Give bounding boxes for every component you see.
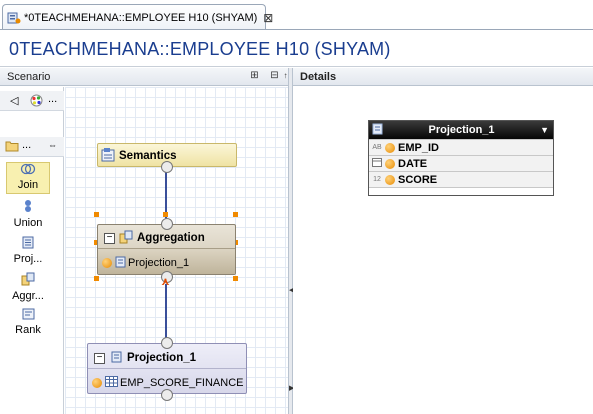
scenario-header: Scenario ⊞ ⊟ ↑ (0, 68, 290, 86)
aggregation-node[interactable]: − Aggregation Projection_1 (97, 224, 236, 275)
projection-details-table[interactable]: Projection_1 ▼ AB EMP_ID DATE 12 SCORE (368, 120, 554, 196)
aggregation-projection-link (165, 284, 167, 342)
selection-handle[interactable] (233, 212, 238, 217)
projection-icon (22, 236, 34, 252)
palette-more[interactable]: ... (48, 93, 57, 105)
numeric-type-icon: 12 (373, 176, 381, 183)
scenario-title: Scenario (7, 71, 51, 83)
rank-icon (22, 308, 35, 323)
page-title: 0TEACHMEHANA::EMPLOYEE H10 (SHYAM) (9, 39, 391, 59)
tool-union[interactable]: Union (6, 199, 50, 231)
scenario-canvas[interactable]: Semantics − Aggregation Projection_1 ⋏ −… (65, 87, 288, 414)
aggregation-input-label: Projection_1 (128, 257, 190, 269)
tool-aggregation[interactable]: Aggr... (6, 272, 50, 304)
string-type-icon: AB (372, 144, 382, 151)
close-tab-icon[interactable]: ⊠ (263, 11, 273, 25)
aggregation-output-port[interactable] (161, 218, 173, 230)
aggregation-node-title: Aggregation (137, 232, 205, 244)
selection-handle[interactable] (94, 212, 99, 217)
projection-input-icon (115, 256, 126, 271)
selection-handle[interactable] (233, 276, 238, 281)
folder-icon[interactable] (5, 140, 19, 155)
projection-node-icon (111, 351, 122, 366)
selection-handle[interactable] (163, 212, 168, 217)
title-divider (0, 66, 593, 67)
column-row[interactable]: 12 SCORE (369, 171, 553, 187)
folder-more[interactable]: ... (22, 139, 31, 151)
editor-tab-strip: *0TEACHMEHANA::EMPLOYEE H10 (SHYAM) ⊠ (0, 0, 593, 36)
semantics-icon (101, 147, 117, 165)
attribute-icon (385, 174, 395, 185)
projection-node-title: Projection_1 (127, 352, 197, 364)
projection-input-label: EMP_SCORE_FINANCE (120, 376, 244, 389)
tool-aggregation-label: Aggr... (12, 290, 44, 302)
column-name: EMP_ID (398, 141, 439, 154)
editor-tab[interactable]: *0TEACHMEHANA::EMPLOYEE H10 (SHYAM) ⊠ (2, 4, 273, 30)
calculation-view-icon (7, 11, 21, 25)
selection-handle[interactable] (94, 276, 99, 281)
table-footer (369, 187, 553, 195)
aggregation-node-icon (119, 230, 133, 247)
tool-rank-label: Rank (15, 324, 41, 336)
details-header: Details (293, 68, 593, 86)
tool-union-label: Union (13, 217, 43, 229)
union-icon (23, 200, 33, 216)
tool-rank[interactable]: Rank (6, 308, 50, 340)
palette-color-icon[interactable] (30, 94, 43, 110)
tool-join-label: Join (17, 179, 39, 191)
scenario-panel: Scenario ⊞ ⊟ ↑ ◁ ... ... ⇔ Join Union Pr… (0, 68, 290, 414)
collapse-toggle-icon[interactable]: − (94, 352, 105, 364)
tab-underline (0, 29, 593, 30)
attribute-icon (385, 142, 395, 153)
tool-join[interactable]: Join (6, 162, 50, 194)
sync-icon[interactable]: ⇔ (48, 140, 57, 150)
date-type-icon (369, 158, 385, 169)
collapse-toggle-icon[interactable]: − (104, 232, 115, 244)
column-name: SCORE (398, 173, 438, 186)
attribute-icon (385, 158, 395, 169)
palette-nav-row: ◁ ... (0, 91, 64, 111)
projection-table-header: Projection_1 ▼ (369, 121, 553, 139)
table-icon (105, 375, 118, 390)
details-panel: Details Projection_1 ▼ AB EMP_ID DATE 12… (293, 68, 593, 414)
details-title: Details (300, 71, 337, 83)
projection-output-port[interactable] (161, 337, 173, 349)
aggregation-icon (21, 272, 35, 289)
projection-table-title: Projection_1 (428, 124, 495, 136)
data-source-icon (102, 258, 112, 268)
semantics-input-port[interactable] (161, 161, 173, 173)
palette-folder-row: ... ⇔ (0, 137, 64, 157)
editor-tab-label: *0TEACHMEHANA::EMPLOYEE H10 (SHYAM) (24, 11, 258, 24)
column-row[interactable]: DATE (369, 155, 553, 171)
dropdown-arrow-icon[interactable]: ▼ (540, 125, 549, 135)
projection-node[interactable]: − Projection_1 EMP_SCORE_FINANCE (87, 343, 247, 394)
tool-palette: ◁ ... ... ⇔ Join Union Proj... Aggr... R… (0, 87, 64, 414)
tool-projection[interactable]: Proj... (6, 236, 50, 268)
column-row[interactable]: AB EMP_ID (369, 139, 553, 155)
tool-projection-label: Proj... (13, 253, 43, 265)
column-name: DATE (398, 157, 428, 170)
link-arrow-icon: ⋏ (161, 276, 170, 288)
data-source-icon (92, 377, 102, 388)
projection-input-port[interactable] (161, 389, 173, 401)
join-icon (20, 163, 36, 178)
expand-all-icon[interactable]: ⊞ (248, 70, 261, 83)
projection-table-icon (372, 123, 383, 138)
back-arrow-icon[interactable]: ◁ (10, 94, 18, 107)
